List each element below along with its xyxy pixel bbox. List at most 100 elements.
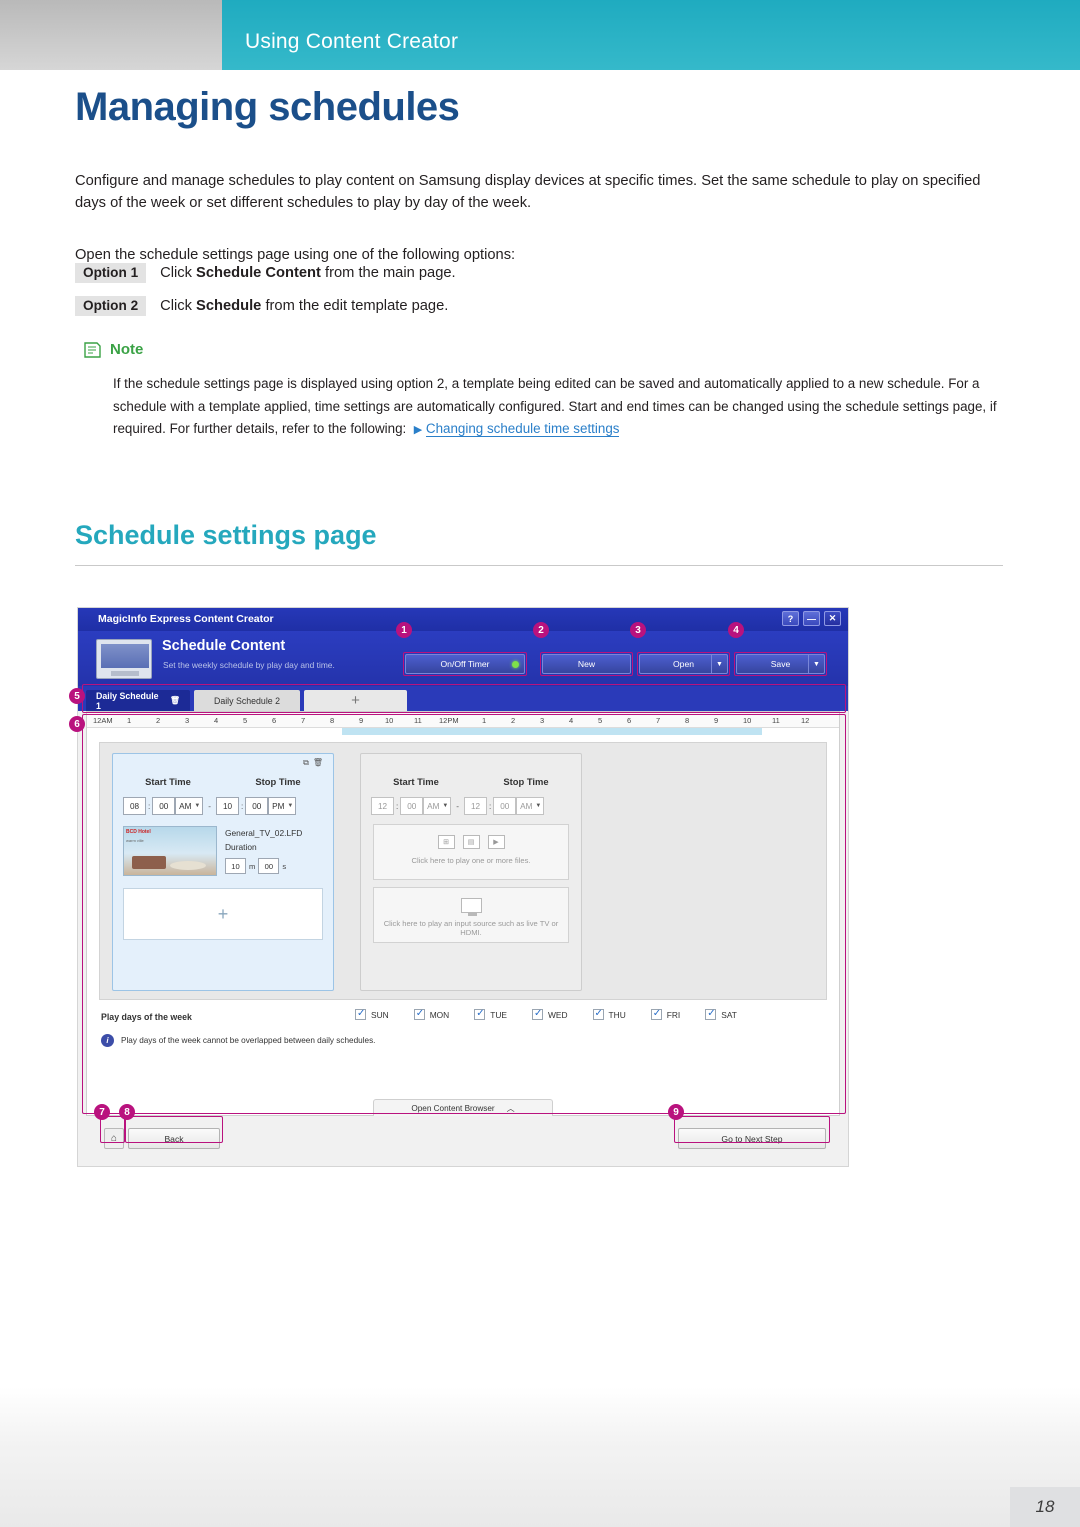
card1-stop-ampm[interactable]: PM ▼ — [268, 797, 297, 815]
ruler-tick-21: 9 — [714, 716, 719, 725]
option-1-row: Option 1 Click Schedule Content from the … — [75, 263, 456, 283]
checkbox-icon[interactable] — [413, 1008, 425, 1020]
ruler-tick-5: 5 — [243, 716, 248, 725]
back-button[interactable]: Back — [128, 1128, 220, 1149]
add-content-button[interactable]: + — [123, 888, 323, 940]
callout-number-4: 4 — [728, 622, 744, 638]
checkbox-icon[interactable] — [531, 1008, 543, 1020]
play-files-dropzone[interactable]: ⊞ ▤ ▶ Click here to play one or more fil… — [373, 824, 569, 880]
day-checkbox-sat[interactable]: SAT — [705, 1008, 737, 1020]
duration-seconds-unit: s — [282, 861, 287, 871]
card1-time-dash: - — [208, 801, 212, 811]
day-checkbox-mon[interactable]: MON — [413, 1008, 450, 1020]
play-input-source-dropzone[interactable]: Click here to play an input source such … — [373, 887, 569, 943]
card2-time-dash: - — [456, 801, 460, 811]
day-label-sun: SUN — [371, 1009, 389, 1020]
ruler-tick-18: 6 — [627, 716, 632, 725]
day-checkbox-tue[interactable]: TUE — [474, 1008, 507, 1020]
card-tool-icons[interactable]: ⧉🗑 — [303, 758, 327, 768]
checkbox-icon[interactable] — [650, 1008, 662, 1020]
checkbox-icon[interactable] — [474, 1008, 486, 1020]
duration-minutes[interactable]: 10 — [225, 858, 246, 874]
card2-start-ampm[interactable]: AM ▼ — [423, 797, 452, 815]
day-checkbox-thu[interactable]: THU — [592, 1008, 626, 1020]
card2-stop-ampm[interactable]: AM ▼ — [516, 797, 545, 815]
content-thumbnail[interactable]: BCD Hotel warm ville — [123, 826, 217, 876]
duration-seconds[interactable]: 00 — [258, 858, 280, 874]
file-type-icons: ⊞ ▤ ▶ — [374, 835, 568, 849]
save-button[interactable]: Save ▼ — [736, 654, 825, 674]
card1-start-ampm-label: AM — [179, 801, 192, 811]
go-to-next-step-button[interactable]: Go to Next Step — [678, 1128, 826, 1149]
minimize-button[interactable]: — — [803, 611, 820, 626]
ruler-tick-4: 4 — [214, 716, 219, 725]
card1-start-ampm[interactable]: AM ▼ — [175, 797, 204, 815]
checkbox-icon[interactable] — [592, 1008, 604, 1020]
callout-number-1: 1 — [396, 622, 412, 638]
checkbox-icon[interactable] — [355, 1008, 366, 1020]
open-button[interactable]: Open ▼ — [639, 654, 728, 674]
option-1-post: from the main page. — [320, 265, 456, 281]
ruler-tick-22: 10 — [743, 716, 752, 725]
day-label-sat: SAT — [721, 1009, 737, 1020]
save-chevron-down-icon[interactable]: ▼ — [808, 654, 824, 674]
checkbox-icon[interactable] — [705, 1008, 717, 1020]
day-label-mon: MON — [429, 1009, 450, 1020]
card1-stop-minute[interactable]: 00 — [245, 797, 269, 815]
ruler-tick-6: 6 — [272, 716, 277, 725]
ruler-tick-9: 9 — [359, 716, 364, 725]
timeline-range-bar[interactable] — [342, 728, 762, 735]
card2-stop-hour[interactable]: 12 — [464, 797, 488, 815]
day-checkbox-wed[interactable]: WED — [531, 1008, 568, 1020]
new-label: New — [577, 659, 596, 669]
callout-number-5: 5 — [69, 688, 85, 704]
open-chevron-down-icon[interactable]: ▼ — [711, 654, 727, 674]
callout-number-6: 6 — [69, 716, 85, 732]
plus-icon: + — [351, 692, 360, 709]
add-tab-button[interactable]: + — [304, 690, 407, 711]
duration-label: Duration — [225, 842, 257, 852]
help-button[interactable]: ? — [782, 611, 799, 626]
add-content-plus-icon: + — [217, 903, 229, 924]
video-file-icon: ▶ — [487, 835, 505, 849]
card2-start-hour[interactable]: 12 — [371, 797, 394, 815]
day-label-thu: THU — [608, 1009, 626, 1020]
schedule-item-card-1[interactable]: ⧉🗑 Start Time Stop Time 08 : 00 AM ▼ - 10… — [112, 753, 334, 991]
close-button[interactable]: ✕ — [824, 611, 841, 626]
tab-daily-schedule-2[interactable]: Daily Schedule 2 — [194, 690, 300, 711]
page-number: 18 — [1010, 1487, 1080, 1527]
schedule-panel: 12AM 1 2 3 4 5 6 7 8 9 10 11 12PM 1 2 3 … — [86, 711, 840, 1116]
info-icon: i — [101, 1034, 114, 1047]
day-checkbox-fri[interactable]: FRI — [650, 1008, 680, 1020]
home-button[interactable]: ⌂ — [104, 1128, 124, 1149]
card1-stop-hour[interactable]: 10 — [216, 797, 240, 815]
option-2-tag: Option 2 — [75, 296, 147, 316]
card1-start-minute[interactable]: 00 — [152, 797, 176, 815]
card2-stop-minute[interactable]: 00 — [493, 797, 517, 815]
on-off-timer-led-icon — [512, 661, 519, 668]
next-step-label: Go to Next Step — [721, 1133, 783, 1144]
day-checkbox-sun[interactable]: SUN — [355, 1008, 389, 1020]
on-off-timer-button[interactable]: On/Off Timer — [405, 654, 525, 674]
tab-daily-schedule-1[interactable]: Daily Schedule 1 🗑 — [86, 690, 190, 711]
header-grey-block — [0, 0, 222, 70]
open-content-browser-button[interactable]: Open Content Browser ︿ — [373, 1099, 553, 1116]
page-header: Using Content Creator — [0, 0, 1080, 70]
play-files-text: Click here to play one or more files. — [411, 856, 531, 865]
card2-time-row: 12 : 00 AM ▼ - 12 : 00 AM ▼ — [371, 796, 571, 816]
schedule-item-card-2[interactable]: Start Time Stop Time 12 : 00 AM ▼ - 12 : … — [360, 753, 582, 991]
ruler-tick-20: 8 — [685, 716, 690, 725]
new-button[interactable]: New — [542, 654, 631, 674]
trash-icon[interactable]: 🗑 — [170, 696, 180, 705]
card2-start-minute[interactable]: 00 — [400, 797, 424, 815]
open-content-browser-label: Open Content Browser — [411, 1103, 495, 1113]
card1-start-hour[interactable]: 08 — [123, 797, 146, 815]
card2-stop-time-label: Stop Time — [503, 776, 549, 787]
callout-number-2: 2 — [533, 622, 549, 638]
card2-start-ampm-label: AM — [427, 801, 440, 811]
header-title: Using Content Creator — [245, 30, 459, 53]
card1-time-row: 08 : 00 AM ▼ - 10 : 00 PM ▼ — [123, 796, 323, 816]
option-2-post: from the edit template page. — [261, 298, 449, 314]
day-label-tue: TUE — [490, 1009, 507, 1020]
note-link[interactable]: ▶ Changing schedule time settings — [410, 421, 620, 438]
